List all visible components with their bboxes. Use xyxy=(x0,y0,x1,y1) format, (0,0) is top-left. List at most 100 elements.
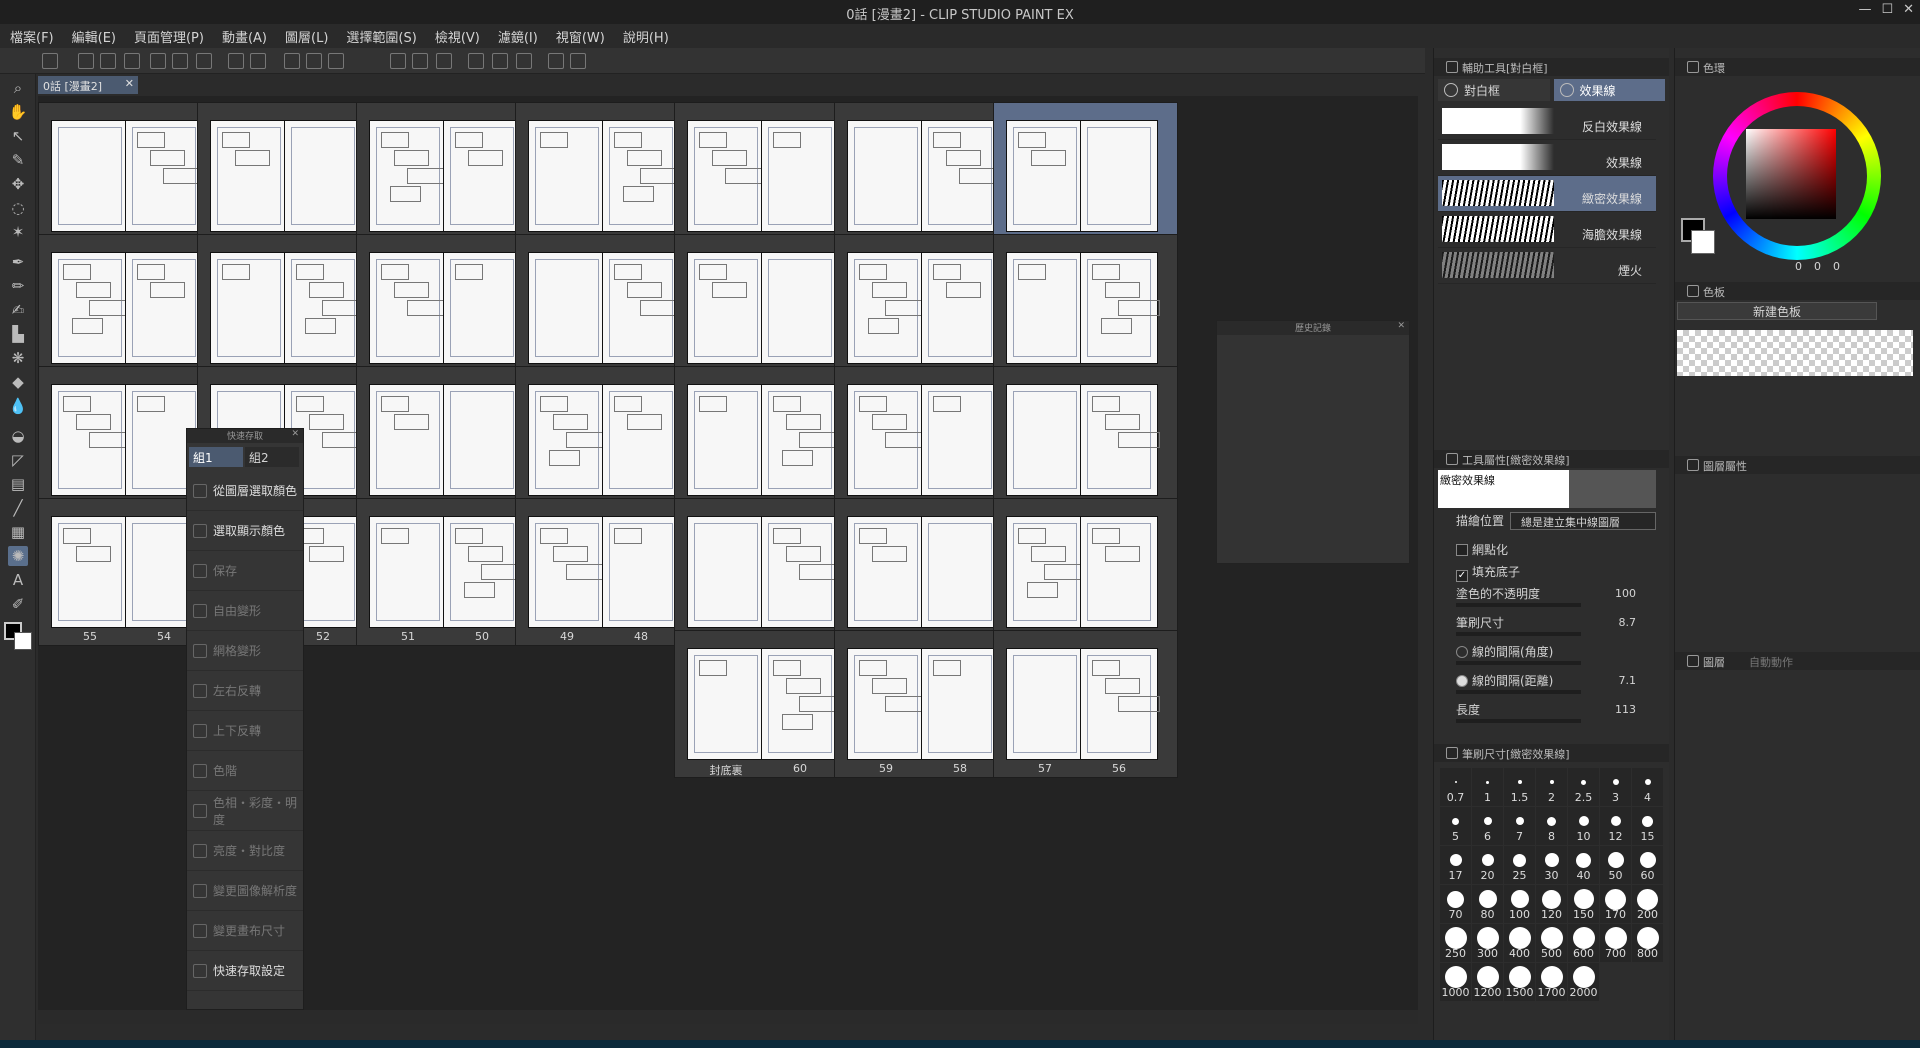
page-thumbnail[interactable] xyxy=(847,648,927,760)
brush-size-preset[interactable]: 1200 xyxy=(1472,963,1503,1001)
invert-selection-icon[interactable] xyxy=(412,53,428,69)
menu-page[interactable]: 頁面管理(P) xyxy=(134,27,204,46)
brush-size-preset[interactable]: 800 xyxy=(1632,924,1663,962)
quick-access-item[interactable]: 色階 xyxy=(187,751,303,791)
redo-icon[interactable] xyxy=(250,53,266,69)
page-thumbnail[interactable] xyxy=(369,516,447,628)
spacing-angle-slider[interactable] xyxy=(1456,661,1581,665)
brush-size-preset[interactable]: 4 xyxy=(1632,768,1663,806)
decoration-icon[interactable]: ❋ xyxy=(8,348,28,368)
tab-balloon[interactable]: 對白框 xyxy=(1438,79,1550,101)
brush-size-value[interactable]: 8.7 xyxy=(1619,616,1637,629)
page-thumbnail[interactable] xyxy=(369,120,449,232)
material-urchin-lines[interactable]: 海膽效果線 xyxy=(1438,212,1656,248)
menu-view[interactable]: 檢視(V) xyxy=(435,27,480,46)
brush-size-preset[interactable]: 10 xyxy=(1568,807,1599,845)
brush-size-preset[interactable]: 2.5 xyxy=(1568,768,1599,806)
page-thumbnail[interactable] xyxy=(369,252,449,364)
spacing-angle-radio[interactable] xyxy=(1456,646,1468,658)
brush-size-preset[interactable]: 5 xyxy=(1440,807,1471,845)
material-fireworks[interactable]: 煙火 xyxy=(1438,248,1656,284)
menu-help[interactable]: 說明(H) xyxy=(623,27,669,46)
tab-set2[interactable]: 組2 xyxy=(245,447,299,467)
menu-file[interactable]: 檔案(F) xyxy=(10,27,54,46)
color-palette-grid[interactable] xyxy=(1677,330,1913,376)
page-thumbnail[interactable] xyxy=(687,120,767,232)
page-spread[interactable]: 59 58 xyxy=(834,630,1019,778)
brush-size-preset[interactable]: 300 xyxy=(1472,924,1503,962)
fill-opacity-value[interactable]: 100 xyxy=(1615,587,1636,600)
pencil-icon[interactable]: ✏ xyxy=(8,276,28,296)
maximize-button[interactable]: ☐ xyxy=(1881,2,1893,17)
brush-size-preset[interactable]: 700 xyxy=(1600,924,1631,962)
page-thumbnail[interactable] xyxy=(125,252,203,364)
brush-size-preset[interactable]: 1500 xyxy=(1504,963,1535,1001)
export-png-icon[interactable] xyxy=(172,53,188,69)
page-spread[interactable]: 57 56 xyxy=(993,630,1178,778)
bucket-icon[interactable]: ◒ xyxy=(8,426,28,446)
page-thumbnail[interactable] xyxy=(1006,516,1086,628)
material-dense-lines[interactable]: 緻密效果線 xyxy=(1438,176,1656,212)
app-icon[interactable] xyxy=(42,53,58,69)
page-spread[interactable]: 4746 xyxy=(674,498,859,646)
close-history-icon[interactable]: ✕ xyxy=(1397,321,1405,331)
page-thumbnail[interactable] xyxy=(921,384,999,496)
page-spread[interactable]: 3534 xyxy=(515,366,700,514)
brush-size-preset[interactable]: 500 xyxy=(1536,924,1567,962)
eyedropper-icon[interactable]: ✎ xyxy=(8,150,28,170)
page-spread[interactable]: 3130 xyxy=(834,366,1019,514)
menu-edit[interactable]: 編輯(E) xyxy=(72,27,116,46)
page-thumbnail[interactable] xyxy=(51,252,131,364)
brush-size-preset[interactable]: 250 xyxy=(1440,924,1471,962)
brush-size-preset[interactable]: 25 xyxy=(1504,846,1535,884)
page-spread[interactable]: 49 48 xyxy=(515,498,700,646)
page-thumbnail[interactable] xyxy=(847,384,927,496)
close-quick-icon[interactable]: ✕ xyxy=(291,429,299,439)
tab-effect-lines[interactable]: 效果線 xyxy=(1553,79,1665,101)
sub-color-swatch[interactable] xyxy=(14,632,32,650)
page-thumbnail[interactable] xyxy=(51,120,129,232)
brush-size-preset[interactable]: 2000 xyxy=(1568,963,1599,1001)
page-thumbnail[interactable] xyxy=(761,516,841,628)
export-jpg-icon[interactable] xyxy=(150,53,166,69)
balloon-icon[interactable]: ✺ xyxy=(8,546,28,566)
clear-icon[interactable] xyxy=(284,53,300,69)
save-icon[interactable] xyxy=(124,53,140,69)
quick-access-item[interactable]: 從圖層選取顏色 xyxy=(187,471,303,511)
page-thumbnail[interactable] xyxy=(1006,252,1084,364)
quick-access-item[interactable]: 變更圖像解析度 xyxy=(187,871,303,911)
brush-size-preset[interactable]: 8 xyxy=(1536,807,1567,845)
material-effect-lines[interactable]: 效果線 xyxy=(1438,140,1656,176)
page-thumbnail[interactable] xyxy=(687,252,765,364)
page-thumbnail[interactable] xyxy=(847,120,925,232)
brush-size-preset[interactable]: 60 xyxy=(1632,846,1663,884)
figure-icon[interactable]: ╱ xyxy=(8,498,28,518)
brush-size-preset[interactable]: 17 xyxy=(1440,846,1471,884)
page-thumbnail[interactable] xyxy=(528,384,608,496)
page-spread[interactable]: 2322 xyxy=(356,234,541,382)
document-tab[interactable]: 0話 [漫畫2] ✕ xyxy=(38,76,138,94)
menu-window[interactable]: 視窗(W) xyxy=(556,27,605,46)
page-thumbnail[interactable] xyxy=(210,120,288,232)
brush-size-preset[interactable]: 150 xyxy=(1568,885,1599,923)
page-thumbnail[interactable] xyxy=(284,120,362,232)
page-thumbnail[interactable] xyxy=(528,516,608,628)
quick-access-item[interactable]: 亮度・對比度 xyxy=(187,831,303,871)
page-spread[interactable]: 98 xyxy=(356,102,541,250)
length-slider[interactable] xyxy=(1456,719,1581,723)
page-thumbnail[interactable] xyxy=(847,516,925,628)
page-thumbnail[interactable] xyxy=(443,120,521,232)
page-thumbnail[interactable] xyxy=(443,384,521,496)
brush-size-preset[interactable]: 170 xyxy=(1600,885,1631,923)
new-file-icon[interactable] xyxy=(78,53,94,69)
brush-size-preset[interactable]: 15 xyxy=(1632,807,1663,845)
open-icon[interactable] xyxy=(100,53,116,69)
pen-icon[interactable]: ✒ xyxy=(8,252,28,272)
page-thumbnail[interactable] xyxy=(1080,648,1160,760)
page-spread[interactable]: 2928 xyxy=(993,366,1178,514)
page-spread[interactable]: 1918 xyxy=(674,234,859,382)
page-thumbnail[interactable] xyxy=(761,120,839,232)
brush-size-preset[interactable]: 3 xyxy=(1600,768,1631,806)
brush-size-slider[interactable] xyxy=(1456,632,1581,636)
menu-select[interactable]: 選擇範圍(S) xyxy=(346,27,416,46)
